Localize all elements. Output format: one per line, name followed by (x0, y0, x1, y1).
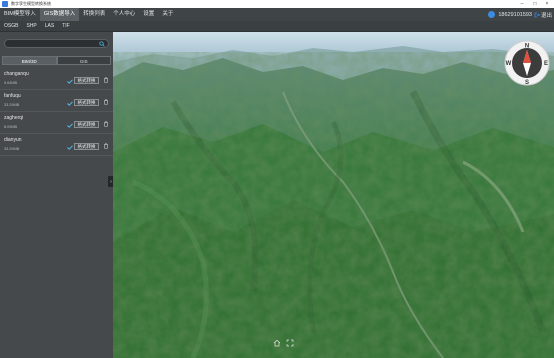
delete-icon[interactable] (103, 143, 109, 149)
menu-bim-import[interactable]: BIM模型导入 (0, 8, 40, 21)
file-name: changanqu (4, 71, 29, 77)
fullscreen-icon[interactable] (286, 339, 294, 347)
menu-convert-list[interactable]: 转换列表 (79, 8, 109, 21)
user-phone: 18629101593 (498, 11, 532, 18)
menu-bar: BIM模型导入 GIS数据导入 转换列表 个人中心 设置 关于 (0, 8, 554, 21)
format-osgb[interactable]: OSGB (0, 21, 22, 32)
file-size: 33.29MB (4, 147, 20, 151)
search-icon[interactable] (99, 41, 105, 47)
logout-label: 退出 (540, 12, 552, 19)
list-item[interactable]: dianyun 33.29MB 格式转换 (0, 134, 113, 156)
list-item[interactable]: zagherqi 8.09MB 格式转换 (0, 112, 113, 134)
check-icon (67, 145, 73, 150)
menu-gis-import[interactable]: GIS数据导入 (39, 8, 80, 21)
convert-button[interactable]: 格式转换 (74, 99, 99, 106)
sidebar: BIM/3D GIS changanqu 9.64MB 格式转换 fanfuqu… (0, 32, 113, 358)
menu-about[interactable]: 关于 (158, 8, 177, 21)
delete-icon[interactable] (103, 121, 109, 127)
compass-s: S (525, 80, 529, 86)
home-icon[interactable] (273, 339, 281, 347)
compass-w: W (506, 61, 512, 67)
terrain-image[interactable] (113, 32, 554, 358)
check-icon (67, 123, 73, 128)
format-shp[interactable]: SHP (22, 21, 40, 32)
delete-icon[interactable] (103, 77, 109, 83)
file-list: changanqu 9.64MB 格式转换 fanfuqu 33.29MB 格式… (0, 68, 113, 156)
compass-n: N (525, 44, 529, 50)
title-bar: 数字孪生模型转换系统 – □ × (0, 0, 554, 8)
convert-button[interactable]: 格式转换 (74, 143, 99, 150)
format-toolbar: OSGB SHP LAS TIF (0, 21, 554, 32)
compass-icon[interactable]: N E S W (504, 40, 550, 91)
compass-e: E (544, 61, 548, 67)
minimize-icon[interactable]: – (516, 0, 528, 8)
terrain-viewport[interactable]: N E S W (113, 32, 554, 358)
list-item[interactable]: fanfuqu 33.29MB 格式转换 (0, 90, 113, 112)
file-name: fanfuqu (4, 93, 21, 99)
user-info[interactable]: 18629101593 (488, 8, 532, 21)
search-input[interactable] (5, 48, 97, 55)
menu-settings[interactable]: 设置 (139, 8, 158, 21)
logout-icon (534, 12, 540, 17)
search-box (4, 39, 109, 55)
list-item[interactable]: changanqu 9.64MB 格式转换 (0, 68, 113, 90)
file-size: 33.29MB (4, 103, 20, 107)
check-icon (67, 101, 73, 106)
view-tools (273, 339, 294, 347)
file-size: 8.09MB (4, 125, 18, 129)
check-icon (67, 79, 73, 84)
tab-bim3d[interactable]: BIM/3D (2, 56, 57, 65)
file-size: 9.64MB (4, 81, 18, 85)
close-icon[interactable]: × (541, 0, 553, 8)
delete-icon[interactable] (103, 99, 109, 105)
format-las[interactable]: LAS (41, 21, 58, 32)
convert-button[interactable]: 格式转换 (74, 121, 99, 128)
window-title: 数字孪生模型转换系统 (11, 1, 51, 6)
maximize-icon[interactable]: □ (529, 0, 541, 8)
file-name: zagherqi (4, 115, 24, 121)
sidebar-tabs: BIM/3D GIS (2, 56, 111, 65)
logout-button[interactable]: 退出 (534, 8, 552, 21)
app-icon (2, 1, 8, 7)
tab-gis[interactable]: GIS (56, 56, 111, 65)
format-tif[interactable]: TIF (58, 21, 74, 32)
convert-button[interactable]: 格式转换 (74, 77, 99, 84)
user-icon (488, 11, 496, 18)
menu-personal-center[interactable]: 个人中心 (109, 8, 139, 21)
file-name: dianyun (4, 137, 22, 143)
